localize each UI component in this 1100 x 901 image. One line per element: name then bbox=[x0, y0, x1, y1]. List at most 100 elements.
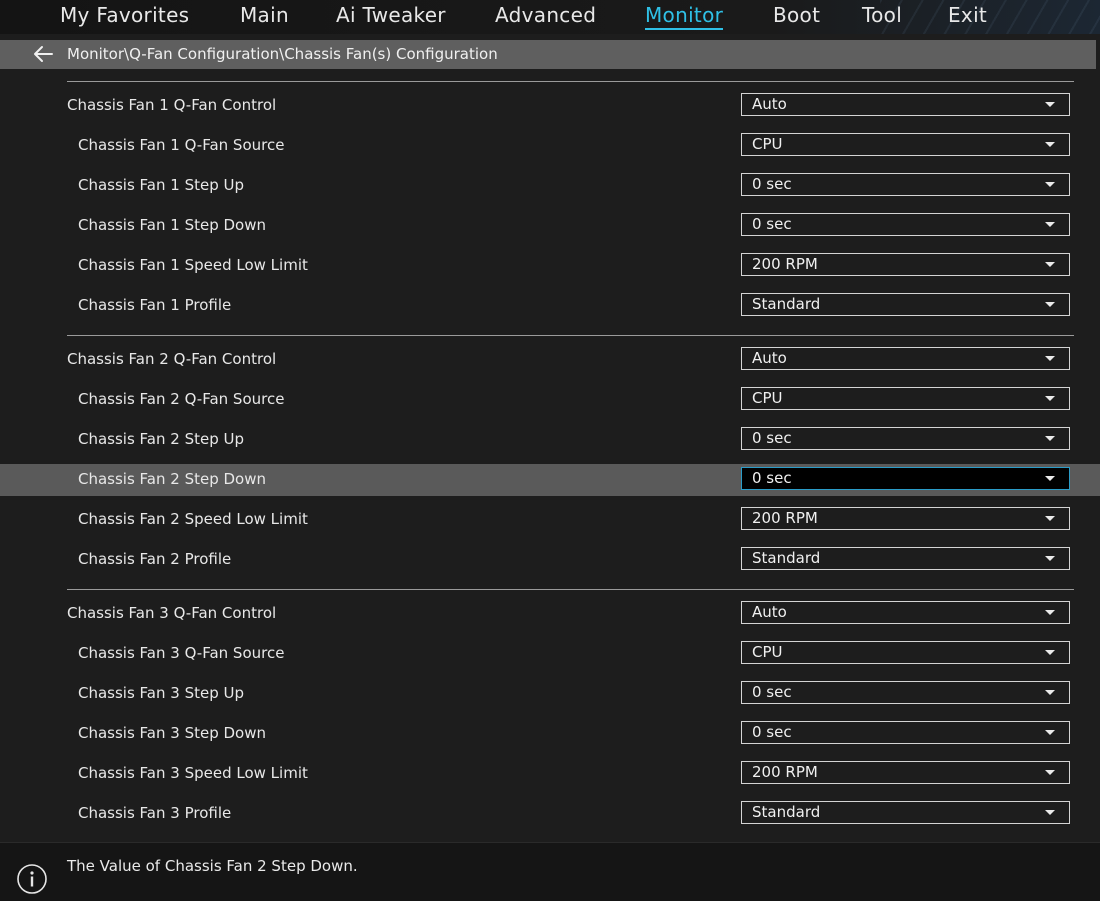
caret-down-icon bbox=[1045, 650, 1055, 655]
top-nav: My Favorites Main Ai Tweaker Advanced Mo… bbox=[0, 0, 1100, 34]
setting-dropdown[interactable]: Standard bbox=[741, 801, 1070, 824]
tab-boot[interactable]: Boot bbox=[773, 0, 820, 34]
setting-dropdown-focused[interactable]: 0 sec bbox=[741, 467, 1070, 490]
caret-down-icon bbox=[1045, 516, 1055, 521]
tab-my-favorites[interactable]: My Favorites bbox=[60, 0, 189, 34]
setting-dropdown[interactable]: Auto bbox=[741, 347, 1070, 370]
caret-down-icon bbox=[1045, 610, 1055, 615]
setting-label: Chassis Fan 1 Profile bbox=[78, 296, 232, 314]
setting-label: Chassis Fan 2 Step Down bbox=[78, 470, 267, 488]
caret-down-icon bbox=[1045, 356, 1055, 361]
help-text: The Value of Chassis Fan 2 Step Down. bbox=[67, 857, 358, 875]
info-icon bbox=[17, 864, 47, 894]
setting-row[interactable]: Chassis Fan 1 Q-Fan Control Auto bbox=[0, 90, 1100, 122]
setting-dropdown[interactable]: 0 sec bbox=[741, 681, 1070, 704]
setting-row[interactable]: Chassis Fan 3 Q-Fan Control Auto bbox=[0, 598, 1100, 630]
back-button[interactable] bbox=[32, 44, 54, 64]
setting-row[interactable]: Chassis Fan 2 Profile Standard bbox=[0, 544, 1100, 576]
caret-down-icon bbox=[1045, 102, 1055, 107]
setting-label: Chassis Fan 3 Step Up bbox=[78, 684, 245, 702]
caret-down-icon bbox=[1045, 690, 1055, 695]
setting-row[interactable]: Chassis Fan 1 Step Up 0 sec bbox=[0, 170, 1100, 202]
caret-down-icon bbox=[1045, 302, 1055, 307]
dropdown-value: Standard bbox=[752, 803, 821, 821]
setting-label: Chassis Fan 3 Q-Fan Control bbox=[67, 604, 277, 622]
setting-dropdown[interactable]: Auto bbox=[741, 93, 1070, 116]
header-decoration bbox=[880, 0, 1100, 34]
caret-down-icon bbox=[1045, 222, 1055, 227]
setting-dropdown[interactable]: Standard bbox=[741, 293, 1070, 316]
breadcrumb: Monitor\Q-Fan Configuration\Chassis Fan(… bbox=[0, 40, 1096, 69]
setting-label: Chassis Fan 2 Q-Fan Control bbox=[67, 350, 277, 368]
group-divider bbox=[67, 81, 1074, 82]
setting-dropdown[interactable]: Auto bbox=[741, 601, 1070, 624]
setting-dropdown[interactable]: CPU bbox=[741, 133, 1070, 156]
dropdown-value: 0 sec bbox=[752, 429, 792, 447]
caret-down-icon bbox=[1045, 770, 1055, 775]
group-divider bbox=[67, 335, 1074, 336]
arrow-left-icon bbox=[34, 46, 53, 62]
setting-label: Chassis Fan 3 Q-Fan Source bbox=[78, 644, 285, 662]
caret-down-icon bbox=[1045, 396, 1055, 401]
setting-label: Chassis Fan 2 Profile bbox=[78, 550, 232, 568]
setting-row[interactable]: Chassis Fan 3 Profile Standard bbox=[0, 798, 1100, 830]
tab-advanced[interactable]: Advanced bbox=[495, 0, 596, 34]
setting-row[interactable]: Chassis Fan 2 Speed Low Limit 200 RPM bbox=[0, 504, 1100, 536]
help-bar: The Value of Chassis Fan 2 Step Down. bbox=[0, 842, 1100, 901]
setting-dropdown[interactable]: CPU bbox=[741, 641, 1070, 664]
setting-row[interactable]: Chassis Fan 2 Q-Fan Source CPU bbox=[0, 384, 1100, 416]
caret-down-icon bbox=[1045, 262, 1055, 267]
dropdown-value: Auto bbox=[752, 349, 787, 367]
setting-row[interactable]: Chassis Fan 3 Q-Fan Source CPU bbox=[0, 638, 1100, 670]
setting-row-selected[interactable]: Chassis Fan 2 Step Down 0 sec bbox=[0, 464, 1100, 496]
tab-monitor[interactable]: Monitor bbox=[645, 0, 724, 34]
dropdown-value: 200 RPM bbox=[752, 255, 818, 273]
caret-down-icon bbox=[1045, 556, 1055, 561]
dropdown-value: CPU bbox=[752, 135, 783, 153]
dropdown-value: 0 sec bbox=[752, 723, 792, 741]
caret-down-icon bbox=[1045, 730, 1055, 735]
setting-row[interactable]: Chassis Fan 1 Speed Low Limit 200 RPM bbox=[0, 250, 1100, 282]
caret-down-icon bbox=[1045, 182, 1055, 187]
setting-row[interactable]: Chassis Fan 3 Step Up 0 sec bbox=[0, 678, 1100, 710]
tab-ai-tweaker[interactable]: Ai Tweaker bbox=[336, 0, 446, 34]
setting-label: Chassis Fan 2 Step Up bbox=[78, 430, 245, 448]
dropdown-value: 0 sec bbox=[752, 175, 792, 193]
breadcrumb-path: Monitor\Q-Fan Configuration\Chassis Fan(… bbox=[67, 45, 498, 63]
setting-dropdown[interactable]: 0 sec bbox=[741, 427, 1070, 450]
caret-down-icon bbox=[1045, 436, 1055, 441]
setting-dropdown[interactable]: 0 sec bbox=[741, 213, 1070, 236]
dropdown-value: 200 RPM bbox=[752, 509, 818, 527]
setting-label: Chassis Fan 1 Q-Fan Source bbox=[78, 136, 285, 154]
setting-row[interactable]: Chassis Fan 3 Speed Low Limit 200 RPM bbox=[0, 758, 1100, 790]
tab-exit[interactable]: Exit bbox=[948, 0, 987, 34]
caret-down-icon bbox=[1045, 476, 1055, 481]
tab-main[interactable]: Main bbox=[240, 0, 289, 34]
setting-row[interactable]: Chassis Fan 3 Step Down 0 sec bbox=[0, 718, 1100, 750]
setting-dropdown[interactable]: 200 RPM bbox=[741, 761, 1070, 784]
dropdown-value: 200 RPM bbox=[752, 763, 818, 781]
setting-dropdown[interactable]: CPU bbox=[741, 387, 1070, 410]
dropdown-value: Standard bbox=[752, 549, 821, 567]
dropdown-value: Standard bbox=[752, 295, 821, 313]
dropdown-value: Auto bbox=[752, 603, 787, 621]
setting-dropdown[interactable]: Standard bbox=[741, 547, 1070, 570]
dropdown-value: Auto bbox=[752, 95, 787, 113]
setting-dropdown[interactable]: 200 RPM bbox=[741, 507, 1070, 530]
setting-dropdown[interactable]: 200 RPM bbox=[741, 253, 1070, 276]
tab-tool[interactable]: Tool bbox=[862, 0, 902, 34]
setting-row[interactable]: Chassis Fan 2 Q-Fan Control Auto bbox=[0, 344, 1100, 376]
setting-row[interactable]: Chassis Fan 1 Q-Fan Source CPU bbox=[0, 130, 1100, 162]
setting-row[interactable]: Chassis Fan 1 Step Down 0 sec bbox=[0, 210, 1100, 242]
setting-row[interactable]: Chassis Fan 1 Profile Standard bbox=[0, 290, 1100, 322]
setting-label: Chassis Fan 1 Speed Low Limit bbox=[78, 256, 308, 274]
setting-label: Chassis Fan 2 Speed Low Limit bbox=[78, 510, 308, 528]
setting-label: Chassis Fan 3 Speed Low Limit bbox=[78, 764, 308, 782]
caret-down-icon bbox=[1045, 810, 1055, 815]
setting-row[interactable]: Chassis Fan 2 Step Up 0 sec bbox=[0, 424, 1100, 456]
setting-label: Chassis Fan 3 Step Down bbox=[78, 724, 267, 742]
setting-label: Chassis Fan 1 Step Down bbox=[78, 216, 267, 234]
setting-dropdown[interactable]: 0 sec bbox=[741, 173, 1070, 196]
setting-label: Chassis Fan 1 Step Up bbox=[78, 176, 245, 194]
setting-dropdown[interactable]: 0 sec bbox=[741, 721, 1070, 744]
